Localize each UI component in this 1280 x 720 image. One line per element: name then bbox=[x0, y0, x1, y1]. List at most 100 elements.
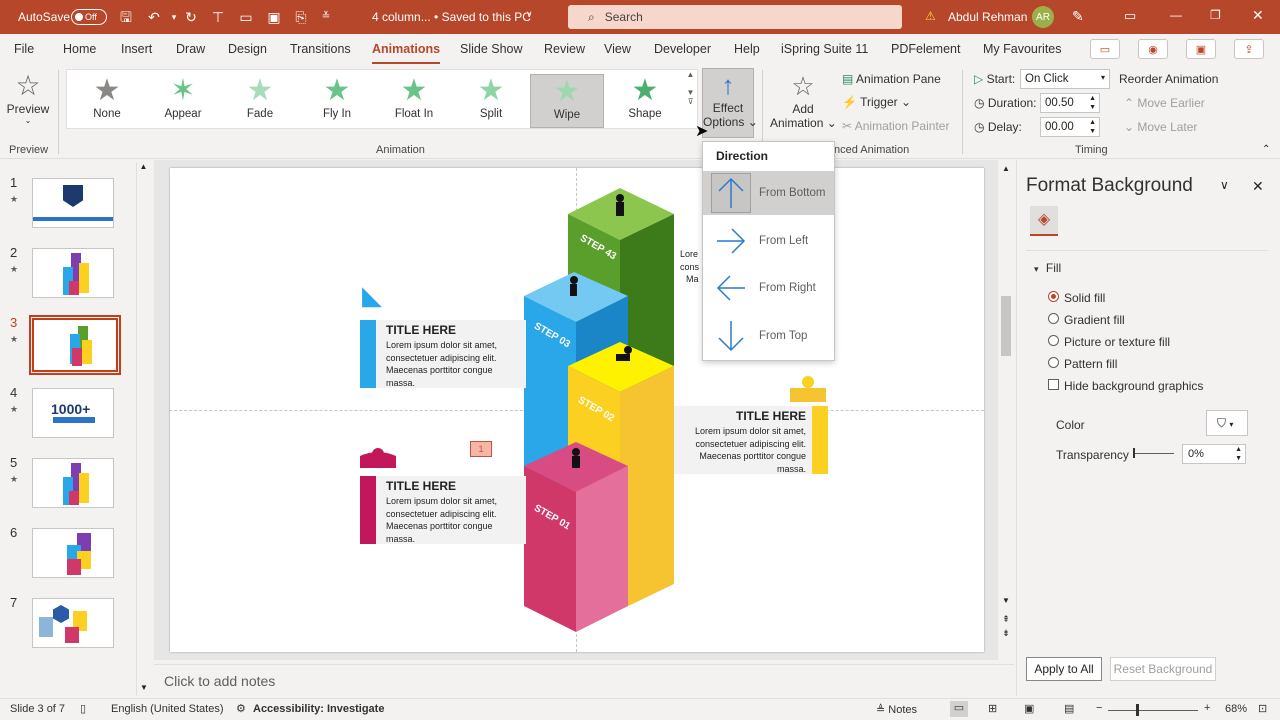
slide-thumb-3[interactable] bbox=[29, 315, 121, 375]
close-icon[interactable]: ✕ bbox=[1252, 7, 1264, 24]
animation-painter-button[interactable]: ✂ Animation Painter bbox=[842, 119, 949, 133]
zoom-level[interactable]: 68% bbox=[1225, 703, 1247, 715]
direction-from-top[interactable]: From Top bbox=[703, 314, 834, 358]
hide-bg-checkbox[interactable] bbox=[1048, 379, 1059, 390]
animation-split[interactable]: ★ Split bbox=[454, 74, 528, 128]
slide-thumb-1[interactable] bbox=[32, 178, 114, 228]
undo-icon[interactable]: ↶ bbox=[146, 9, 162, 25]
tab-review[interactable]: Review bbox=[544, 42, 585, 56]
prev-next-slide-icon[interactable]: ⇞ ⇟ bbox=[998, 612, 1014, 640]
maximize-icon[interactable]: ❐ bbox=[1210, 8, 1221, 22]
fit-slide-icon[interactable]: ⊡ bbox=[1258, 702, 1267, 715]
tab-help[interactable]: Help bbox=[734, 42, 760, 56]
spellcheck-icon[interactable]: ▯ bbox=[80, 702, 86, 715]
animation-shape[interactable]: ★ Shape bbox=[608, 74, 682, 128]
move-later-button[interactable]: ⌄ Move Later bbox=[1124, 120, 1197, 134]
user-name[interactable]: Abdul Rehman bbox=[948, 10, 1027, 24]
apply-to-all-button[interactable]: Apply to All bbox=[1026, 657, 1102, 681]
slide-thumb-5[interactable] bbox=[32, 458, 114, 508]
animation-fade[interactable]: ★ Fade bbox=[223, 74, 297, 128]
direction-from-right[interactable]: From Right bbox=[703, 266, 834, 310]
zoom-out-icon[interactable]: − bbox=[1096, 702, 1102, 714]
undo-dropdown-icon[interactable]: ▾ bbox=[166, 9, 182, 25]
collapse-ribbon-icon[interactable]: ⌃ bbox=[1262, 144, 1270, 155]
direction-from-left[interactable]: From Left bbox=[703, 219, 834, 263]
pane-options-chevron-icon[interactable]: ∨ bbox=[1220, 178, 1229, 192]
animation-appear[interactable]: ✶ Appear bbox=[146, 74, 220, 128]
transparency-input[interactable]: 0% ▲ ▼ bbox=[1182, 444, 1246, 464]
comments-button[interactable]: ▭ bbox=[1090, 39, 1120, 59]
slide-thumb-2[interactable] bbox=[32, 248, 114, 298]
tab-design[interactable]: Design bbox=[228, 42, 267, 56]
tab-developer[interactable]: Developer bbox=[654, 42, 711, 56]
document-title[interactable]: 4 column... • Saved to this PC bbox=[372, 10, 531, 24]
fill-section-toggle[interactable]: ▾ Fill bbox=[1034, 261, 1061, 275]
tab-draw[interactable]: Draw bbox=[176, 42, 205, 56]
slide-thumb-7[interactable] bbox=[32, 598, 114, 648]
zoom-slider-thumb[interactable] bbox=[1136, 704, 1139, 716]
text-box-2[interactable]: TITLE HERE Lorem ipsum dolor sit amet, c… bbox=[674, 406, 812, 474]
gallery-scroll[interactable]: ▲ ▼ ⊽ bbox=[684, 70, 697, 128]
slides-scrollbar[interactable]: ▲ ▼ bbox=[136, 162, 150, 696]
title-chevron-icon[interactable]: ∨ bbox=[526, 9, 533, 20]
slideshow-icon[interactable]: ▭ bbox=[238, 9, 254, 25]
pane-close-icon[interactable]: ✕ bbox=[1252, 178, 1264, 195]
move-earlier-button[interactable]: ⌃ Move Earlier bbox=[1124, 96, 1205, 110]
fill-bucket-icon[interactable]: ◈ bbox=[1030, 206, 1058, 236]
reading-view-icon[interactable]: ▣ bbox=[1024, 702, 1034, 715]
tab-view[interactable]: View bbox=[604, 42, 631, 56]
add-animation-button[interactable]: ☆ Add Animation ⌄ bbox=[770, 70, 837, 138]
pattern-fill-radio[interactable] bbox=[1048, 357, 1059, 368]
save-icon[interactable]: 🖫 bbox=[118, 9, 134, 25]
tab-my-favourites[interactable]: My Favourites bbox=[983, 42, 1062, 56]
animation-order-tag[interactable]: 1 bbox=[470, 441, 492, 457]
ribbon-display-icon[interactable]: ▭ bbox=[1124, 8, 1136, 24]
slide-thumb-6[interactable] bbox=[32, 528, 114, 578]
tab-home[interactable]: Home bbox=[63, 42, 96, 56]
animation-pane-button[interactable]: ▤ Animation Pane bbox=[842, 72, 941, 86]
duration-input[interactable]: 00.50 ▲ ▼ bbox=[1040, 93, 1100, 113]
preview-button[interactable]: ☆ Preview ⌄ bbox=[6, 70, 50, 136]
avatar[interactable]: AR bbox=[1032, 6, 1054, 28]
trigger-button[interactable]: ⚡ Trigger ⌄ bbox=[842, 95, 911, 109]
language[interactable]: English (United States) bbox=[111, 703, 224, 715]
animation-fly-in[interactable]: ★ Fly In bbox=[300, 74, 374, 128]
present-icon[interactable]: ⊤ bbox=[210, 9, 226, 25]
redo-icon[interactable]: ↻ bbox=[183, 9, 199, 25]
text-box-3[interactable]: TITLE HERE Lorem ipsum dolor sit amet, c… bbox=[376, 476, 526, 544]
record-button[interactable]: ◉ bbox=[1138, 39, 1168, 59]
animation-wipe[interactable]: ★ Wipe bbox=[530, 74, 604, 128]
normal-view-icon[interactable]: ▭ bbox=[950, 701, 968, 717]
accessibility-status[interactable]: Accessibility: Investigate bbox=[253, 703, 384, 715]
slide-canvas[interactable]: STEP 43 STEP 03 STEP 02 STEP 01 Lore cons… bbox=[170, 168, 984, 652]
notes-pane[interactable]: Click to add notes bbox=[154, 664, 1014, 696]
scroll-thumb[interactable] bbox=[1001, 296, 1011, 356]
tab-ispring[interactable]: iSpring Suite 11 bbox=[781, 42, 868, 56]
accessibility-icon[interactable]: ⚙ bbox=[236, 702, 246, 715]
share-button[interactable]: ⇪ bbox=[1234, 39, 1264, 59]
customize-toolbar-icon[interactable]: ≚ bbox=[318, 9, 334, 25]
vertical-scrollbar[interactable]: ▲ ▼ ⇞ ⇟ bbox=[998, 160, 1014, 660]
color-picker-button[interactable]: ⛉ ▾ bbox=[1206, 410, 1248, 436]
solid-fill-radio[interactable] bbox=[1048, 291, 1059, 302]
search-box[interactable]: ⌕ Search bbox=[568, 5, 902, 29]
slideshow-view-icon[interactable]: ▤ bbox=[1064, 702, 1074, 715]
image-icon[interactable]: ▣ bbox=[266, 9, 282, 25]
warning-icon[interactable]: ⚠ bbox=[925, 9, 936, 23]
transparency-slider[interactable] bbox=[1134, 453, 1174, 454]
present-teams-button[interactable]: ▣ bbox=[1186, 39, 1216, 59]
tab-slide-show[interactable]: Slide Show bbox=[460, 42, 523, 56]
effect-options-button[interactable]: ↑ Effect Options ⌄ bbox=[702, 68, 758, 138]
tab-file[interactable]: File bbox=[14, 42, 34, 56]
pen-icon[interactable]: ✎ bbox=[1072, 8, 1084, 25]
tab-pdfelement[interactable]: PDFelement bbox=[891, 42, 960, 56]
tab-insert[interactable]: Insert bbox=[121, 42, 152, 56]
gradient-fill-radio[interactable] bbox=[1048, 313, 1059, 324]
minimize-icon[interactable]: — bbox=[1170, 8, 1182, 22]
animation-none[interactable]: ★ None bbox=[70, 74, 144, 128]
pdf-icon[interactable]: ⎘ bbox=[293, 9, 309, 25]
tab-animations[interactable]: Animations bbox=[372, 42, 441, 65]
start-select[interactable]: On Click ▾ bbox=[1020, 69, 1110, 89]
delay-input[interactable]: 00.00 ▲ ▼ bbox=[1040, 117, 1100, 137]
notes-button[interactable]: ≜ Notes bbox=[876, 703, 917, 716]
